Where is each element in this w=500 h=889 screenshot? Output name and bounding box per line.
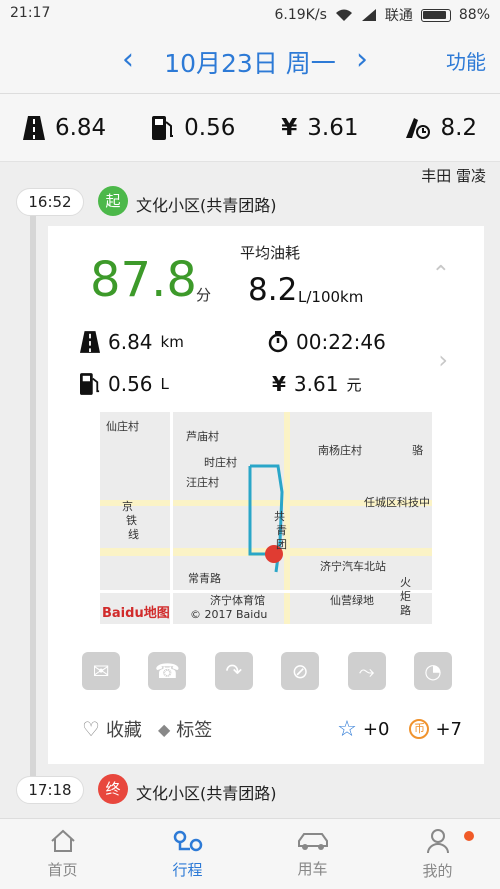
car-name: 丰田 雷凌 [421, 167, 486, 185]
header: ‹ 10月23日 周一 › 功能 [0, 28, 500, 94]
speedometer-icon[interactable]: ◔ [413, 652, 452, 690]
avg-consumption-value: 8.2 [248, 272, 298, 308]
route-path [248, 464, 284, 573]
heart-icon: ♡ [82, 717, 100, 741]
tab-home[interactable]: 首页 [0, 819, 125, 889]
no-phone-icon[interactable]: ⊘ [281, 652, 320, 690]
stat-consumption: 8.2 [404, 115, 477, 141]
coin-count[interactable]: 币 +7 [409, 719, 462, 740]
stat-cost: ¥ 3.61 [281, 114, 359, 141]
start-badge: 起 [98, 186, 128, 216]
share-icon[interactable]: ↷ [214, 652, 253, 690]
end-location: 文化小区(共青团路) [136, 784, 277, 803]
start-time: 16:52 [16, 188, 84, 216]
road-icon [22, 115, 45, 140]
end-time: 17:18 [16, 776, 84, 804]
yen-icon: ¥ [281, 114, 298, 141]
curve-icon[interactable]: ⤳ [347, 652, 386, 690]
favorite-button[interactable]: ♡ 收藏 [82, 716, 142, 742]
stat-distance: 6.84 [22, 115, 106, 141]
battery-icon [420, 8, 451, 22]
avg-consumption-unit: L/100km [298, 288, 364, 306]
detail-arrow-icon[interactable]: › [438, 346, 448, 374]
fuel-consumption-icon [406, 117, 431, 139]
mail-icon[interactable]: ✉ [82, 652, 120, 690]
trip-card[interactable]: 87.8 分 平均油耗 8.2 L/100km ⌃ › 6.84 km 00:2… [48, 226, 484, 764]
coin-icon: 币 [409, 719, 430, 739]
user-icon [426, 828, 449, 853]
route-icon [173, 830, 202, 851]
stat-fuel: 0.56 [152, 115, 235, 141]
carrier-name: 联通 [384, 8, 413, 24]
trip-cost: ¥ 3.61 元 [272, 372, 362, 396]
score-unit: 分 [196, 286, 212, 304]
end-badge: 终 [98, 774, 128, 804]
fuel-icon [80, 373, 100, 395]
status-bar: 21:17 6.19K/s 联通 88% [0, 0, 500, 28]
yen-icon: ¥ [272, 372, 286, 396]
summary-stats: 6.84 0.56 ¥ 3.61 8.2 [0, 94, 500, 162]
card-footer: ♡ 收藏 ◆ 标签 ☆ +0 币 +7 [82, 714, 462, 744]
home-icon [50, 829, 75, 852]
status-time: 21:17 [10, 5, 51, 21]
tab-me[interactable]: 我的 [375, 819, 500, 889]
phone-icon[interactable]: ☎ [148, 652, 187, 690]
tag-icon: ◆ [157, 719, 171, 739]
avg-consumption-label: 平均油耗 [240, 244, 301, 262]
bottom-tab-bar: 首页 行程 用车 我的 [0, 818, 500, 889]
trip-distance: 6.84 km [80, 330, 184, 354]
notification-dot [464, 831, 474, 841]
wifi-icon [335, 9, 352, 21]
route-map[interactable]: 仙庄村 芦庙村 南杨庄村 骆 时庄村 汪庄村 任城区科技中 京 铁 线 共 青 … [100, 412, 432, 624]
tab-trips[interactable]: 行程 [125, 819, 250, 889]
network-speed: 6.19K/s [274, 7, 327, 23]
start-location: 文化小区(共青团路) [136, 196, 277, 215]
stopwatch-icon [268, 331, 288, 353]
star-count[interactable]: ☆ +0 [337, 717, 389, 742]
collapse-icon[interactable]: ⌃ [432, 262, 450, 287]
trip-duration: 00:22:46 [268, 330, 386, 354]
date-title: 10月23日 周一 [164, 49, 336, 78]
tag-button[interactable]: ◆ 标签 [158, 716, 212, 742]
action-buttons: ✉ ☎ ↷ ⊘ ⤳ ◔ [82, 652, 452, 692]
tab-car[interactable]: 用车 [250, 819, 375, 889]
trip-score: 87.8 [90, 252, 197, 308]
trip-fuel: 0.56 L [80, 372, 169, 396]
fuel-icon [152, 115, 174, 140]
timeline-line [30, 210, 36, 785]
battery-level: 88% [458, 7, 490, 23]
function-menu-button[interactable]: 功能 [446, 46, 486, 75]
road-icon [80, 331, 100, 353]
next-day-button[interactable]: › [356, 42, 368, 77]
car-icon [297, 832, 328, 850]
star-icon: ☆ [337, 716, 357, 742]
signal-icon [361, 9, 376, 21]
baidu-logo: Baidu地图 [102, 606, 170, 621]
